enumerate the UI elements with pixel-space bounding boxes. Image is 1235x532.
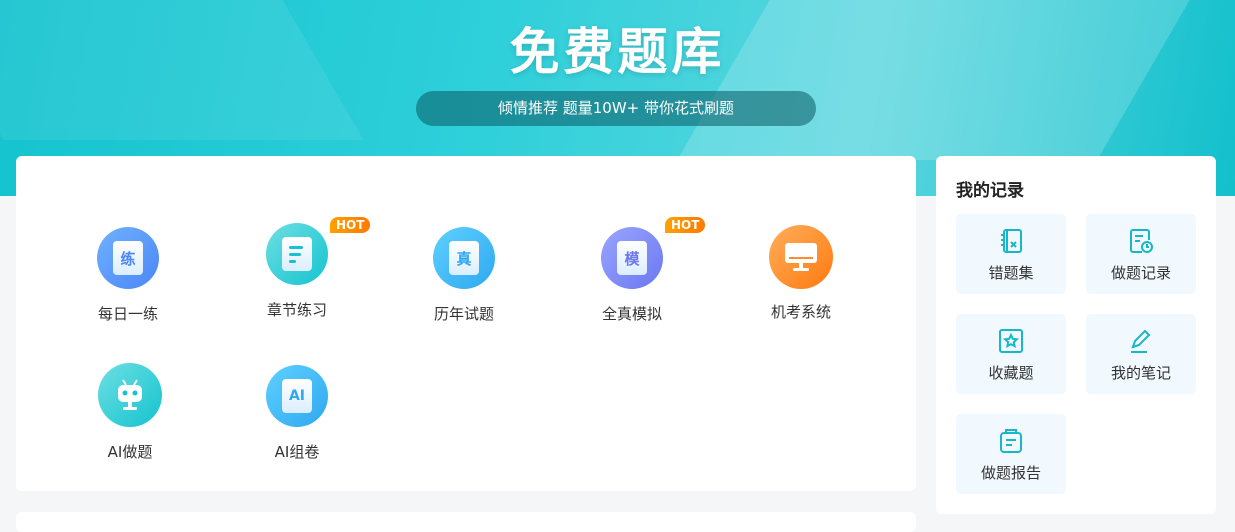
feature-daily-practice[interactable]: 练 每日一练 bbox=[58, 227, 198, 324]
my-records-panel: 我的记录 错题集 做题记录 收藏题 我的笔记 做题报告 bbox=[936, 156, 1216, 514]
document-icon: HOT bbox=[266, 217, 371, 285]
feature-label: AI组卷 bbox=[274, 443, 320, 461]
hot-badge: HOT bbox=[330, 217, 371, 233]
feature-label: AI做题 bbox=[107, 443, 153, 461]
record-report[interactable]: 做题报告 bbox=[956, 414, 1066, 494]
pencil-icon bbox=[1131, 329, 1151, 353]
record-notes[interactable]: 我的笔记 bbox=[1086, 314, 1196, 394]
record-label: 做题记录 bbox=[1110, 264, 1171, 282]
record-practice-history[interactable]: 做题记录 bbox=[1086, 214, 1196, 294]
feature-ai-practice[interactable]: AI做题 bbox=[60, 363, 200, 462]
mock-exam-scroll-icon: 模 HOT bbox=[601, 217, 706, 289]
computer-icon bbox=[769, 225, 833, 289]
practice-scroll-icon: 练 bbox=[97, 227, 159, 289]
feature-panel: 练 每日一练 HOT 章节练习 真 历年试题 模 HOT 全真模拟 机考系统 A… bbox=[16, 156, 916, 491]
next-section-card bbox=[16, 512, 916, 532]
hot-badge: HOT bbox=[665, 217, 706, 233]
feature-label: 历年试题 bbox=[433, 305, 494, 323]
feature-label: 每日一练 bbox=[97, 305, 158, 323]
past-exam-scroll-icon: 真 bbox=[433, 227, 495, 289]
history-clock-icon bbox=[1130, 229, 1153, 253]
ai-scroll-icon: AI bbox=[266, 365, 328, 427]
feature-past-exams[interactable]: 真 历年试题 bbox=[394, 227, 534, 324]
record-favorites[interactable]: 收藏题 bbox=[956, 314, 1066, 394]
feature-label: 机考系统 bbox=[770, 303, 831, 321]
record-label: 做题报告 bbox=[980, 464, 1041, 482]
feature-mock-exam[interactable]: 模 HOT 全真模拟 bbox=[562, 217, 706, 324]
feature-label: 章节练习 bbox=[266, 301, 327, 319]
record-label: 收藏题 bbox=[988, 364, 1034, 382]
records-title: 我的记录 bbox=[956, 181, 1024, 201]
wrong-notebook-icon bbox=[1001, 229, 1022, 253]
robot-icon bbox=[98, 363, 162, 427]
record-wrong-questions[interactable]: 错题集 bbox=[956, 214, 1066, 294]
record-label: 错题集 bbox=[988, 264, 1034, 282]
feature-ai-paper[interactable]: AI AI组卷 bbox=[227, 365, 367, 462]
feature-label: 全真模拟 bbox=[601, 305, 662, 323]
report-clipboard-icon bbox=[1000, 429, 1022, 453]
feature-chapter-practice[interactable]: HOT 章节练习 bbox=[227, 217, 371, 320]
page-title: 免费题库 bbox=[509, 23, 726, 81]
record-label: 我的笔记 bbox=[1110, 364, 1171, 382]
banner-subtitle: 倾情推荐 题量10W+ 带你花式刷题 bbox=[416, 91, 816, 126]
feature-computer-exam[interactable]: 机考系统 bbox=[731, 225, 871, 322]
star-icon bbox=[999, 329, 1023, 353]
